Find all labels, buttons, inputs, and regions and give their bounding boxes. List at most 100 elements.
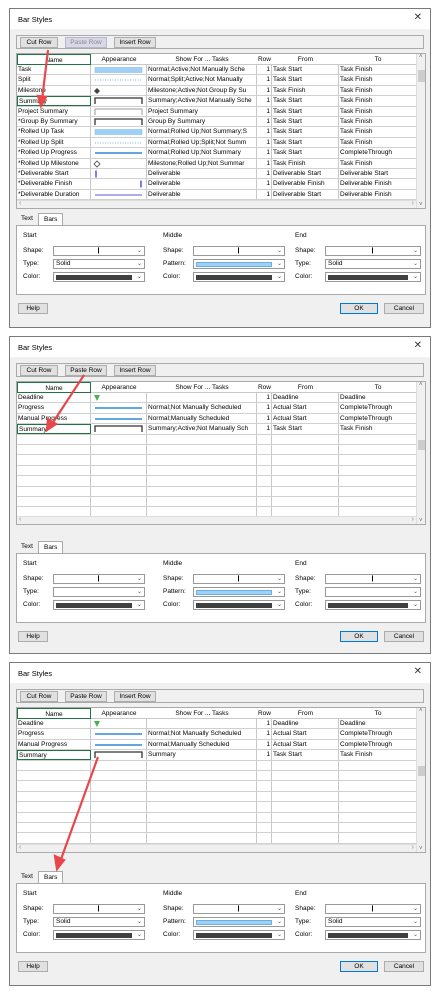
cell-name[interactable]: *Rolled Up Task xyxy=(17,127,91,137)
cell-name[interactable]: Progress xyxy=(17,729,91,739)
cell-row[interactable]: 1 xyxy=(257,719,272,729)
table-row[interactable]: Deadline 1 Deadline Deadline xyxy=(17,719,417,730)
table-row[interactable] xyxy=(17,445,417,456)
scroll-right-icon[interactable]: › xyxy=(412,844,414,851)
middle-pattern-dropdown[interactable]: ⌄ xyxy=(193,587,285,597)
table-row[interactable]: Manual Progress Normal;Manually Scheduled… xyxy=(17,414,417,425)
cell-row[interactable]: 1 xyxy=(257,107,272,117)
scroll-left-icon[interactable]: ‹ xyxy=(19,200,21,207)
insert-row-button[interactable]: Insert Row xyxy=(114,691,156,702)
cell-from[interactable]: Actual Start xyxy=(272,414,339,424)
table-row[interactable]: Deadline 1 Deadline Deadline xyxy=(17,393,417,404)
table-row[interactable]: *Rolled Up Task Normal;Rolled Up;Not Summ… xyxy=(17,127,417,138)
cancel-button[interactable]: Cancel xyxy=(384,303,424,314)
cell-show_for[interactable] xyxy=(147,719,257,729)
ok-button[interactable]: OK xyxy=(340,961,378,972)
cell-from[interactable]: Task Start xyxy=(272,117,339,127)
start-color-dropdown[interactable]: ⌄ xyxy=(53,600,145,610)
vertical-scrollbar[interactable]: ˄ ˅ xyxy=(416,708,425,852)
cell-show_for[interactable]: Normal;Not Manually Scheduled xyxy=(147,403,257,413)
table-row[interactable]: Progress Normal;Not Manually Scheduled 1 Ac… xyxy=(17,403,417,414)
cell-from[interactable]: Task Start xyxy=(272,424,339,434)
middle-pattern-dropdown[interactable]: ⌄ xyxy=(193,917,285,927)
cell-row[interactable]: 1 xyxy=(257,403,272,413)
cell-to[interactable]: CompleteThrough xyxy=(339,148,417,158)
cell-show_for[interactable]: Deliverable xyxy=(147,169,257,179)
table-row[interactable]: *Rolled Up Progress Normal;Rolled Up;Not … xyxy=(17,148,417,159)
cell-from[interactable]: Deliverable Start xyxy=(272,190,339,200)
ok-button[interactable]: OK xyxy=(340,631,378,642)
end-shape-dropdown[interactable]: ❙ ⌄ xyxy=(325,246,421,256)
table-row[interactable]: Manual Progress Normal;Manually Scheduled… xyxy=(17,740,417,751)
end-type-dropdown[interactable]: Solid ⌄ xyxy=(325,259,421,269)
cell-row[interactable]: 1 xyxy=(257,740,272,750)
cell-to[interactable]: Deadline xyxy=(339,393,417,403)
cell-name[interactable]: *Deliverable Finish xyxy=(17,179,91,189)
cell-row[interactable]: 1 xyxy=(257,138,272,148)
cell-to[interactable]: Task Finish xyxy=(339,159,417,169)
table-row[interactable]: *Rolled Up Milestone Milestone;Rolled Up;… xyxy=(17,159,417,169)
cell-from[interactable]: Task Start xyxy=(272,65,339,75)
table-row[interactable] xyxy=(17,833,417,844)
cell-to[interactable]: CompleteThrough xyxy=(339,740,417,750)
cell-to[interactable]: Task Finish xyxy=(339,127,417,137)
end-color-dropdown[interactable]: ⌄ xyxy=(325,272,421,282)
cell-name[interactable]: *Rolled Up Progress xyxy=(17,148,91,158)
close-icon[interactable]: ✕ xyxy=(414,12,422,23)
table-row[interactable]: Summary Summary;Active;Not Manually Sche 1… xyxy=(17,96,417,107)
cell-row[interactable]: 1 xyxy=(257,750,272,760)
cell-show_for[interactable]: Milestone;Rolled Up;Not Summar xyxy=(147,159,257,169)
cell-name[interactable]: Split xyxy=(17,75,91,85)
end-color-dropdown[interactable]: ⌄ xyxy=(325,600,421,610)
cell-show_for[interactable]: Milestone;Active;Not Group By Su xyxy=(147,86,257,96)
cell-row[interactable]: 1 xyxy=(257,393,272,403)
cell-from[interactable]: Deliverable Finish xyxy=(272,179,339,189)
cell-row[interactable]: 1 xyxy=(257,179,272,189)
cell-name[interactable]: *Deliverable Start xyxy=(17,169,91,179)
end-color-dropdown[interactable]: ⌄ xyxy=(325,930,421,940)
table-row[interactable]: *Deliverable Finish Deliverable 1 Deliverab… xyxy=(17,179,417,190)
cell-from[interactable]: Deadline xyxy=(272,719,339,729)
cell-row[interactable]: 1 xyxy=(257,148,272,158)
cell-row[interactable]: 1 xyxy=(257,117,272,127)
tab-bars[interactable]: Bars xyxy=(38,213,64,225)
start-color-dropdown[interactable]: ⌄ xyxy=(53,930,145,940)
cell-name[interactable]: Deadline xyxy=(17,719,91,729)
cut-row-button[interactable]: Cut Row xyxy=(20,691,58,702)
cell-show_for[interactable]: Normal;Rolled Up;Not Summary xyxy=(147,148,257,158)
cut-row-button[interactable]: Cut Row xyxy=(20,37,58,48)
cell-show_for[interactable]: Summary xyxy=(147,750,257,760)
table-row[interactable] xyxy=(17,771,417,782)
cell-to[interactable]: Task Finish xyxy=(339,117,417,127)
tab-bars[interactable]: Bars xyxy=(38,871,64,883)
cut-row-button[interactable]: Cut Row xyxy=(20,365,58,376)
cell-from[interactable]: Task Start xyxy=(272,148,339,158)
middle-pattern-dropdown[interactable]: ⌄ xyxy=(193,259,285,269)
cell-to[interactable]: Task Finish xyxy=(339,138,417,148)
end-type-dropdown[interactable]: ⌄ xyxy=(325,587,421,597)
cell-to[interactable]: Task Finish xyxy=(339,86,417,96)
end-type-dropdown[interactable]: Solid ⌄ xyxy=(325,917,421,927)
cell-from[interactable]: Task Start xyxy=(272,75,339,85)
cell-to[interactable]: CompleteThrough xyxy=(339,729,417,739)
table-row[interactable] xyxy=(17,781,417,792)
table-row[interactable]: Progress Normal;Not Manually Scheduled 1 Ac… xyxy=(17,729,417,740)
table-row[interactable]: Project Summary Project Summary 1 Task Star… xyxy=(17,107,417,117)
tab-text[interactable]: Text xyxy=(16,541,38,553)
cell-name[interactable]: *Group By Summary xyxy=(17,117,91,127)
cell-show_for[interactable] xyxy=(147,393,257,403)
table-row[interactable] xyxy=(17,476,417,487)
cell-from[interactable]: Task Start xyxy=(272,107,339,117)
cell-show_for[interactable]: Group By Summary xyxy=(147,117,257,127)
cell-from[interactable]: Actual Start xyxy=(272,403,339,413)
cell-row[interactable]: 1 xyxy=(257,729,272,739)
bar-styles-grid[interactable]: Name Appearance Show For ... Tasks Row From T… xyxy=(16,707,426,853)
cell-from[interactable]: Task Start xyxy=(272,96,339,106)
cell-to[interactable]: Task Finish xyxy=(339,65,417,75)
paste-row-button[interactable]: Paste Row xyxy=(65,365,107,376)
tab-text[interactable]: Text xyxy=(16,213,38,225)
cell-row[interactable]: 1 xyxy=(257,169,272,179)
table-row[interactable] xyxy=(17,823,417,834)
cell-to[interactable]: Task Finish xyxy=(339,107,417,117)
scroll-thumb[interactable] xyxy=(418,70,425,82)
